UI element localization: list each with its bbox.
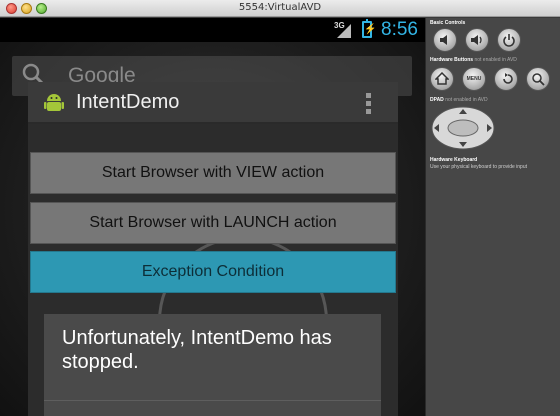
emulator-control-panel: Basic Controls Hardware Buttons not enab… — [425, 18, 560, 416]
search-icon — [532, 73, 545, 86]
dialog-ok-button[interactable]: OK — [44, 402, 381, 416]
dpad-control[interactable] — [431, 106, 495, 150]
status-clock: 8:56 — [381, 19, 418, 40]
menu-button[interactable]: MENU — [462, 67, 486, 91]
search-button[interactable] — [526, 67, 550, 91]
emulator-screen: 3G ⚡ 8:56 Google IntentDemo Start Browse… — [0, 18, 425, 416]
window-title-bar: 5554:VirtualAVD — [0, 0, 560, 17]
dialog-divider — [44, 400, 381, 401]
back-icon — [503, 73, 513, 84]
exception-condition-button[interactable]: Exception Condition — [30, 251, 396, 293]
hardware-buttons-title: Hardware Buttons not enabled in AVD — [430, 57, 517, 63]
home-icon — [435, 72, 449, 85]
dialog-message: Unfortunately, IntentDemo has stopped. — [62, 327, 332, 373]
crash-dialog: Unfortunately, IntentDemo has stopped. O… — [44, 314, 381, 416]
battery-icon: ⚡ — [362, 19, 376, 38]
volume-up-button[interactable] — [465, 28, 489, 52]
status-bar: 3G ⚡ 8:56 — [0, 18, 425, 42]
hardware-keyboard-note: Use your physical keyboard to provide in… — [430, 164, 527, 170]
home-button[interactable] — [430, 67, 454, 91]
menu-button-label: MENU — [466, 76, 482, 82]
signal-strength-icon — [337, 24, 351, 38]
android-app-icon — [44, 94, 64, 111]
start-browser-launch-button[interactable]: Start Browser with LAUNCH action — [30, 202, 396, 244]
back-button[interactable] — [494, 67, 518, 91]
overflow-menu-icon[interactable] — [364, 93, 372, 115]
hardware-keyboard-title: Hardware Keyboard — [430, 157, 478, 163]
power-icon — [503, 34, 515, 47]
volume-down-button[interactable] — [433, 28, 457, 52]
volume-down-icon — [440, 35, 447, 45]
window-title: 5554:VirtualAVD — [238, 2, 322, 13]
volume-up-icon — [471, 35, 482, 45]
action-bar: IntentDemo — [28, 82, 398, 124]
power-button[interactable] — [497, 28, 521, 52]
start-browser-view-button[interactable]: Start Browser with VIEW action — [30, 152, 396, 194]
dpad-title: DPAD not enabled in AVD — [430, 97, 488, 103]
basic-controls-title: Basic Controls — [430, 20, 466, 26]
app-title: IntentDemo — [76, 91, 180, 113]
